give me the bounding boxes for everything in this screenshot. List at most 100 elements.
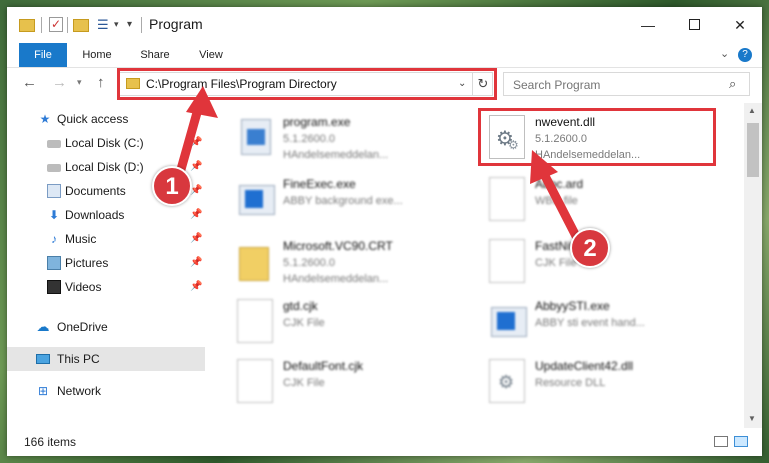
sidebar-item-label: Music bbox=[65, 232, 97, 246]
file-item[interactable]: DefaultFont.cjk CJK File bbox=[237, 355, 477, 413]
pin-icon[interactable]: 📌 bbox=[190, 275, 202, 299]
file-item[interactable]: gtd.cjk CJK File bbox=[237, 295, 477, 353]
minimize-button[interactable]: — bbox=[625, 7, 671, 43]
close-button[interactable]: ✕ bbox=[717, 7, 762, 43]
sidebar-item-local-disk-c[interactable]: Local Disk (C:) 📌 bbox=[7, 131, 205, 155]
step-1-badge: 1 bbox=[152, 166, 192, 206]
file-description: Resource DLL bbox=[535, 377, 606, 389]
exe-file-icon bbox=[489, 299, 527, 343]
navigation-bar: ← → ▾ ↑ C:\Program Files\Program Directo… bbox=[7, 68, 762, 100]
file-name: AbbyySTI.exe bbox=[535, 299, 610, 313]
search-box[interactable]: ⌕ bbox=[503, 72, 750, 97]
file-description: CJK File bbox=[283, 317, 325, 329]
tab-view[interactable]: View bbox=[191, 43, 231, 67]
separator bbox=[67, 17, 68, 33]
file-description: ABBY sti event hand... bbox=[535, 317, 645, 329]
sidebar-item-network[interactable]: ⊞ Network bbox=[7, 379, 205, 403]
new-folder-icon[interactable] bbox=[73, 19, 89, 32]
network-icon: ⊞ bbox=[37, 384, 49, 398]
sidebar-item-videos[interactable]: Videos 📌 bbox=[7, 275, 205, 299]
details-view-icon[interactable] bbox=[714, 436, 728, 447]
file-name: nwevent.dll bbox=[535, 115, 596, 129]
file-item-nwevent-dll[interactable]: ⚙ ⚙ nwevent.dll 5.1.2600.0 HAndelsemedde… bbox=[489, 111, 729, 169]
search-input[interactable] bbox=[504, 73, 735, 97]
pin-icon[interactable]: 📌 bbox=[190, 203, 202, 227]
drive-icon bbox=[47, 164, 61, 172]
file-item[interactable]: program.exe 5.1.2600.0 HAndelsemeddelan.… bbox=[237, 111, 477, 169]
pin-icon[interactable]: 📌 bbox=[190, 251, 202, 275]
file-name: DefaultFont.cjk bbox=[283, 359, 364, 373]
file-item[interactable]: Microsoft.VC90.CRT 5.1.2600.0 HAndelseme… bbox=[237, 235, 477, 293]
pin-icon[interactable]: 📌 bbox=[190, 179, 202, 203]
scroll-up-icon[interactable]: ▲ bbox=[748, 106, 756, 115]
sidebar-item-label: OneDrive bbox=[57, 320, 108, 334]
file-icon bbox=[237, 359, 273, 403]
cloud-icon: ☁ bbox=[36, 319, 50, 334]
sidebar-item-label: Documents bbox=[65, 184, 126, 198]
exe-file-icon bbox=[237, 115, 273, 159]
forward-arrow-icon[interactable]: → bbox=[52, 74, 67, 91]
dll-gear-icon: ⚙ ⚙ bbox=[489, 115, 525, 159]
sidebar-item-label: Videos bbox=[65, 280, 102, 294]
chevron-down-icon[interactable]: ▾ bbox=[114, 19, 119, 37]
vertical-scrollbar[interactable]: ▲ ▼ bbox=[744, 103, 762, 428]
sidebar-item-music[interactable]: ♪ Music 📌 bbox=[7, 227, 205, 251]
gear-icon: ⚙ bbox=[508, 138, 519, 152]
explorer-window: ✓ ☰ ▾ ▾ Program — ✕ File Home Share View… bbox=[7, 7, 762, 456]
pin-icon[interactable]: 📌 bbox=[190, 131, 202, 155]
item-count: 166 items bbox=[24, 435, 77, 449]
folder-icon bbox=[19, 19, 35, 32]
recent-locations-icon[interactable]: ▾ bbox=[77, 77, 82, 88]
sidebar-item-pictures[interactable]: Pictures 📌 bbox=[7, 251, 205, 275]
scroll-thumb[interactable] bbox=[747, 123, 759, 177]
file-item[interactable]: FineExec.exe ABBY background exe... bbox=[237, 173, 477, 231]
file-description: ABBY background exe... bbox=[283, 195, 403, 207]
navigation-pane: ★ Quick access Local Disk (C:) 📌 Local D… bbox=[7, 103, 205, 428]
pin-icon[interactable]: 📌 bbox=[190, 227, 202, 251]
address-path[interactable]: C:\Program Files\Program Directory bbox=[146, 77, 337, 91]
file-description: WBD file bbox=[535, 195, 578, 207]
back-arrow-icon[interactable]: ← bbox=[22, 74, 37, 91]
tab-share[interactable]: Share bbox=[133, 43, 177, 67]
star-icon: ★ bbox=[39, 112, 51, 126]
sidebar-item-label: Local Disk (D:) bbox=[65, 160, 144, 174]
file-item[interactable]: ⚙ UpdateClient42.dll Resource DLL bbox=[489, 355, 729, 413]
address-bar[interactable]: C:\Program Files\Program Directory ⌄ ↻ bbox=[117, 72, 493, 96]
separator bbox=[141, 17, 142, 33]
music-note-icon: ♪ bbox=[51, 232, 57, 246]
file-item[interactable]: AbbyySTI.exe ABBY sti event hand... bbox=[489, 295, 729, 353]
dll-gear-icon: ⚙ bbox=[489, 359, 525, 403]
tab-file[interactable]: File bbox=[19, 43, 67, 67]
pin-icon[interactable]: 📌 bbox=[190, 155, 202, 179]
file-item[interactable]: Abbc.ard WBD file bbox=[489, 173, 729, 231]
file-icon bbox=[489, 177, 525, 221]
customize-toolbar-icon[interactable]: ▾ bbox=[127, 19, 132, 37]
sidebar-item-downloads[interactable]: ⬇ Downloads 📌 bbox=[7, 203, 205, 227]
file-description: CJK File bbox=[535, 257, 577, 269]
file-name: program.exe bbox=[283, 115, 351, 129]
chevron-down-icon[interactable]: ⌄ bbox=[458, 78, 466, 89]
maximize-button[interactable] bbox=[671, 7, 717, 43]
sidebar-item-label: Pictures bbox=[65, 256, 109, 270]
up-arrow-icon[interactable]: ↑ bbox=[97, 74, 105, 91]
step-2-badge: 2 bbox=[570, 228, 610, 268]
file-list: program.exe 5.1.2600.0 HAndelsemeddelan.… bbox=[207, 103, 742, 428]
search-icon[interactable]: ⌕ bbox=[729, 76, 736, 92]
file-description: HAndelsemeddelan... bbox=[283, 273, 389, 285]
properties-icon[interactable]: ☰ bbox=[97, 18, 111, 32]
file-name: UpdateClient42.dll bbox=[535, 359, 634, 373]
window-title: Program bbox=[149, 16, 203, 32]
help-icon[interactable]: ? bbox=[738, 48, 752, 62]
properties-check-icon[interactable]: ✓ bbox=[49, 17, 63, 32]
file-version: 5.1.2600.0 bbox=[283, 257, 335, 269]
scroll-down-icon[interactable]: ▼ bbox=[748, 414, 756, 423]
sidebar-item-onedrive[interactable]: ☁ OneDrive bbox=[7, 315, 205, 339]
refresh-button[interactable]: ↻ bbox=[472, 73, 493, 95]
sidebar-item-this-pc[interactable]: This PC bbox=[7, 347, 205, 371]
drive-icon bbox=[47, 140, 61, 148]
tab-home[interactable]: Home bbox=[75, 43, 119, 67]
file-description: HAndelsemeddelan... bbox=[535, 149, 641, 161]
expand-ribbon-icon[interactable]: ⌄ bbox=[720, 47, 729, 60]
tiles-view-icon[interactable] bbox=[734, 436, 748, 447]
sidebar-item-quick-access[interactable]: ★ Quick access bbox=[7, 107, 205, 131]
